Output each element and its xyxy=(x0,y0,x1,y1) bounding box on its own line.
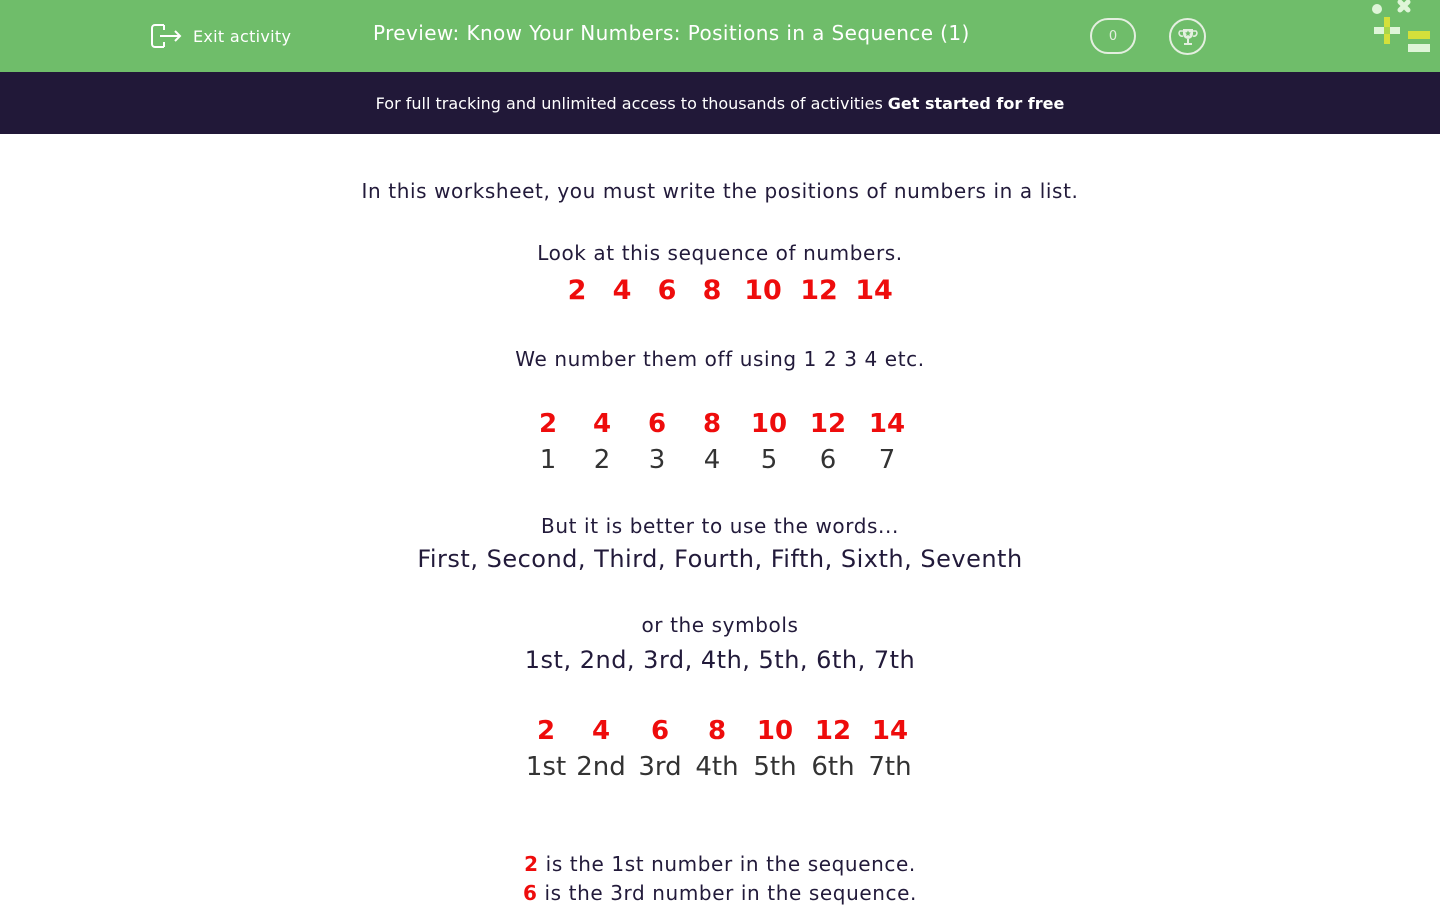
table1-position: 4 xyxy=(703,445,721,475)
example-text: is the 1st number in the sequence. xyxy=(545,852,916,876)
sequence-number: 10 xyxy=(744,275,782,306)
table1-number: 4 xyxy=(592,409,612,439)
table2-position: 5th xyxy=(753,752,797,782)
exit-activity-label: Exit activity xyxy=(193,26,292,46)
table2-position: 6th xyxy=(811,752,855,782)
sequence-number: 8 xyxy=(702,275,722,306)
number-off-text: We number them off using 1 2 3 4 etc. xyxy=(515,347,925,371)
table1-number: 14 xyxy=(868,409,906,439)
table1-number: 2 xyxy=(538,409,558,439)
table2-positions-row: 1st 2nd 3rd 4th 5th 6th 7th xyxy=(0,752,1440,784)
table2-position: 4th xyxy=(695,752,739,782)
trophy-button[interactable] xyxy=(1169,18,1206,55)
table1-number: 8 xyxy=(702,409,722,439)
look-text: Look at this sequence of numbers. xyxy=(537,241,903,265)
exit-icon xyxy=(151,24,182,48)
or-symbols-text: or the symbols xyxy=(641,613,799,637)
get-started-link[interactable]: Get started for free xyxy=(888,94,1065,113)
table2-number: 10 xyxy=(756,716,794,746)
sequence-number: 4 xyxy=(612,275,632,306)
table2-number: 14 xyxy=(871,716,909,746)
table2-numbers-row: 2 4 6 8 10 12 14 xyxy=(0,716,1440,748)
table2-number: 6 xyxy=(650,716,670,746)
example-sentence: 6 is the 3rd number in the sequence. xyxy=(0,881,1440,905)
sequence-number: 6 xyxy=(657,275,677,306)
table1-number: 10 xyxy=(750,409,788,439)
table1-position: 3 xyxy=(648,445,666,475)
exit-activity-button[interactable]: Exit activity xyxy=(150,20,291,52)
table1-position: 7 xyxy=(878,445,896,475)
signup-banner: For full tracking and unlimited access t… xyxy=(0,72,1440,134)
score-badge: 0 xyxy=(1090,18,1136,54)
better-text: But it is better to use the words... xyxy=(541,514,899,538)
table2-position: 7th xyxy=(868,752,912,782)
sequence-number: 2 xyxy=(567,275,587,306)
table1-position: 5 xyxy=(760,445,778,475)
example-text: is the 3rd number in the sequence. xyxy=(544,881,917,905)
table2-number: 4 xyxy=(591,716,611,746)
logo-icon xyxy=(1372,0,1430,52)
table2-number: 12 xyxy=(814,716,852,746)
page-title: Preview: Know Your Numbers: Positions in… xyxy=(373,21,970,45)
table2-number: 8 xyxy=(707,716,727,746)
table1-positions-row: 1 2 3 4 5 6 7 xyxy=(0,445,1440,477)
sequence-number: 12 xyxy=(800,275,838,306)
ordinal-words: First, Second, Third, Fourth, Fifth, Six… xyxy=(417,545,1023,573)
table2-position: 1st xyxy=(525,752,567,782)
table2-position: 3rd xyxy=(638,752,682,782)
example-number: 2 xyxy=(524,852,539,876)
table2-position: 2nd xyxy=(576,752,626,782)
example-sentence: 2 is the 1st number in the sequence. xyxy=(0,852,1440,876)
table1-position: 6 xyxy=(819,445,837,475)
table1-numbers-row: 2 4 6 8 10 12 14 xyxy=(0,409,1440,441)
table1-number: 6 xyxy=(647,409,667,439)
table2-number: 2 xyxy=(536,716,556,746)
table1-position: 2 xyxy=(593,445,611,475)
example-number: 6 xyxy=(523,881,538,905)
table1-position: 1 xyxy=(539,445,557,475)
trophy-icon xyxy=(1177,28,1198,45)
ordinal-symbols: 1st, 2nd, 3rd, 4th, 5th, 6th, 7th xyxy=(524,646,916,674)
table1-number: 12 xyxy=(809,409,847,439)
top-bar: Exit activity Preview: Know Your Numbers… xyxy=(0,0,1440,72)
banner-text: For full tracking and unlimited access t… xyxy=(375,93,883,113)
sequence-row: 2 4 6 8 10 12 14 xyxy=(0,275,1440,309)
sequence-number: 14 xyxy=(855,275,893,306)
intro-text: In this worksheet, you must write the po… xyxy=(361,179,1079,203)
